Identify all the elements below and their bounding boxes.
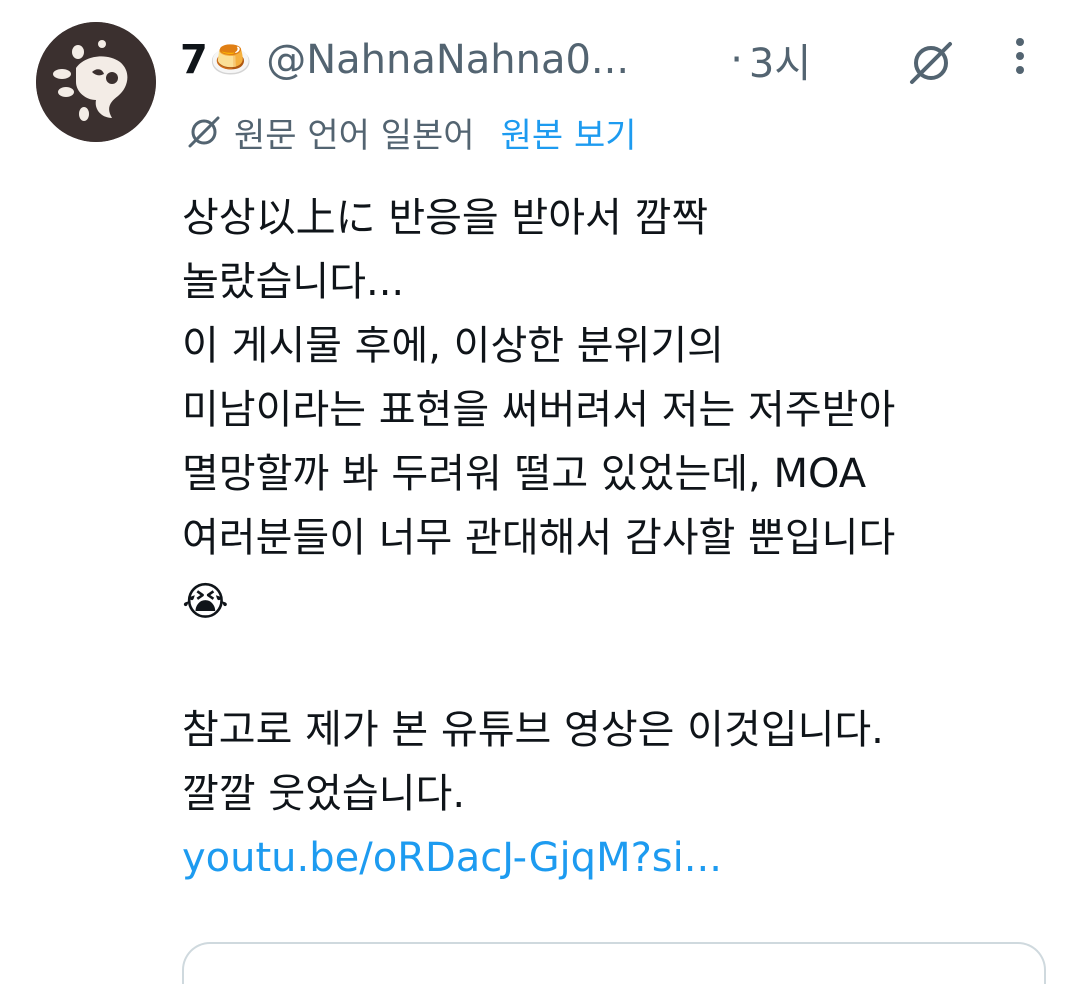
display-name[interactable]: 7 (180, 37, 208, 83)
user-handle[interactable]: @NahnaNahna0... (266, 37, 706, 83)
translate-small-icon (188, 116, 220, 148)
pudding-emoji: 🍮 (209, 40, 253, 80)
tweet[interactable]: 7 🍮 @NahnaNahna0... · 3시 원문 언어 일본어 원본 보기… (0, 0, 1080, 984)
more-vertical-icon[interactable] (1002, 34, 1038, 78)
tweet-text-line: 미남이라는 표현을 써버려서 저는 저주받아 (182, 387, 896, 433)
tweet-text-line: 멸망할까 봐 두려워 떨고 있었는데, MOA (182, 451, 867, 497)
tweet-header: 7 🍮 @NahnaNahna0... · 3시 (180, 30, 811, 90)
translate-icon[interactable] (906, 38, 956, 88)
show-original-link[interactable]: 원본 보기 (501, 108, 637, 157)
timestamp[interactable]: 3시 (749, 31, 811, 89)
translation-info: 원문 언어 일본어 원본 보기 (184, 104, 637, 160)
link-preview-card[interactable] (182, 942, 1046, 984)
separator-dot: · (730, 37, 743, 83)
crying-emoji: 😭 (182, 579, 229, 625)
tweet-text-line: 깔깔 웃었습니다. (182, 771, 466, 817)
source-language-label: 원문 언어 일본어 (234, 115, 475, 156)
avatar-image (36, 22, 156, 142)
youtube-link[interactable]: youtu.be/oRDacJ-GjqM?si... (182, 826, 1062, 890)
tweet-text-line: 여러분들이 너무 관대해서 감사할 뿐입니다 (182, 515, 896, 561)
tweet-text: 상상以上に 반응을 받아서 깜짝 놀랐습니다... 이 게시물 후에, 이상한 … (182, 186, 1062, 890)
tweet-text-line: 상상以上に 반응을 받아서 깜짝 (182, 195, 709, 241)
tweet-text-line: 놀랐습니다... (182, 259, 405, 305)
tweet-text-line: 참고로 제가 본 유튜브 영상은 이것입니다. (182, 707, 884, 753)
tweet-text-line: 이 게시물 후에, 이상한 분위기의 (182, 323, 724, 369)
avatar[interactable] (36, 22, 156, 142)
